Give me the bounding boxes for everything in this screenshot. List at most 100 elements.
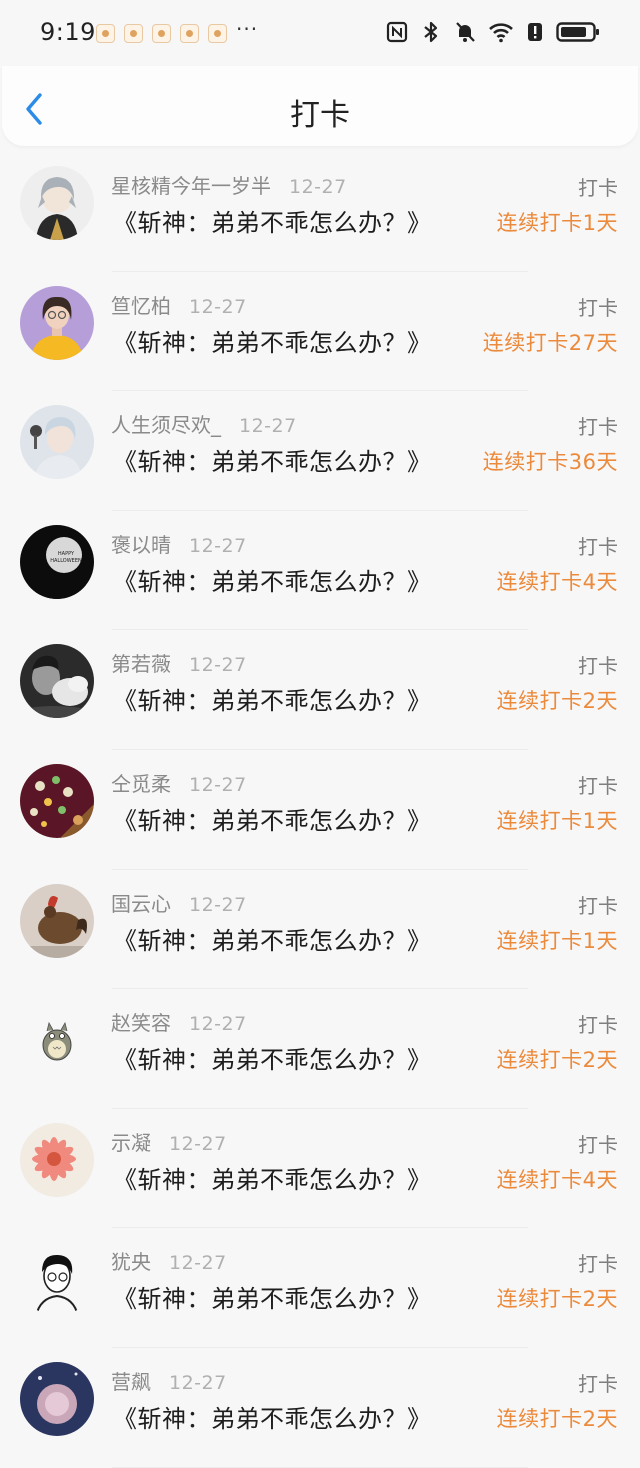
list-item[interactable]: 犹央 12-27 《斩神：弟弟不乖怎么办？》 打卡 连续打卡2天 (0, 1228, 640, 1348)
user-avatar[interactable] (20, 883, 94, 958)
entry-date: 12-27 (189, 773, 247, 796)
page-title: 打卡 (290, 98, 350, 133)
user-name[interactable]: 营飙 (111, 1366, 151, 1395)
user-name[interactable]: 第若薇 (111, 648, 171, 677)
user-avatar[interactable] (20, 285, 94, 360)
user-avatar[interactable] (20, 1122, 94, 1197)
user-avatar[interactable]: HAPPY HALLOWEEN (20, 524, 94, 599)
user-name[interactable]: 国云心 (111, 888, 171, 917)
checkin-tag: 打卡 (578, 1371, 618, 1396)
entry-meta: 犹央 12-27 (111, 1246, 227, 1275)
book-title[interactable]: 《斩神：弟弟不乖怎么办？》 (113, 1160, 432, 1195)
entry-date: 12-27 (289, 176, 347, 198)
book-title[interactable]: 《斩神：弟弟不乖怎么办？》 (113, 921, 432, 956)
user-avatar[interactable] (20, 1361, 94, 1436)
list-item[interactable]: 赵笑容 12-27 《斩神：弟弟不乖怎么办？》 打卡 连续打卡2天 (0, 989, 640, 1109)
entry-date: 12-27 (189, 1013, 247, 1036)
entry-date: 12-27 (239, 415, 297, 438)
entry-date: 12-27 (189, 893, 247, 916)
list-item[interactable]: 示凝 12-27 《斩神：弟弟不乖怎么办？》 打卡 连续打卡4天 (0, 1109, 640, 1229)
more-notifications-icon: ··· (236, 17, 259, 41)
streak-text: 连续打卡4天 (496, 569, 618, 594)
status-time: 9:19 (40, 18, 96, 46)
checkin-tag: 打卡 (578, 415, 618, 440)
user-name[interactable]: 示凝 (111, 1127, 151, 1156)
list-item[interactable]: 营飙 12-27 《斩神：弟弟不乖怎么办？》 打卡 连续打卡2天 (0, 1348, 640, 1468)
streak-text: 连续打卡2天 (496, 1287, 618, 1312)
entry-meta: 示凝 12-27 (111, 1127, 227, 1156)
list-item[interactable]: 星核精今年一岁半 12-27 《斩神：弟弟不乖怎么办？》 打卡 连续打卡1天 (0, 152, 640, 272)
list-item[interactable]: HAPPY HALLOWEEN 褒以晴 12-27 《斩神：弟弟不乖怎么办？》 … (0, 511, 640, 631)
checkin-tag: 打卡 (578, 534, 618, 559)
checkin-tag: 打卡 (578, 1132, 618, 1157)
streak-text: 连续打卡2天 (496, 1406, 618, 1431)
entry-meta: 赵笑容 12-27 (111, 1007, 247, 1036)
app-notification-icon (180, 24, 199, 43)
streak-text: 连续打卡36天 (482, 450, 618, 475)
book-title[interactable]: 《斩神：弟弟不乖怎么办？》 (113, 323, 432, 358)
entry-meta: 营飙 12-27 (111, 1366, 227, 1395)
book-title[interactable]: 《斩神：弟弟不乖怎么办？》 (113, 681, 432, 716)
entry-date: 12-27 (169, 1371, 227, 1394)
book-title[interactable]: 《斩神：弟弟不乖怎么办？》 (113, 1279, 432, 1314)
entry-meta: 国云心 12-27 (111, 888, 247, 917)
user-avatar[interactable] (20, 763, 94, 838)
user-name[interactable]: 人生须尽欢_ (111, 409, 221, 438)
status-right-icons (386, 20, 600, 44)
user-avatar[interactable] (20, 1003, 94, 1078)
book-title[interactable]: 《斩神：弟弟不乖怎么办？》 (113, 562, 432, 597)
user-avatar[interactable] (20, 166, 94, 240)
checkin-tag: 打卡 (578, 176, 618, 200)
list-item[interactable]: 第若薇 12-27 《斩神：弟弟不乖怎么办？》 打卡 连续打卡2天 (0, 630, 640, 750)
battery-icon (556, 22, 599, 42)
app-notification-icon (208, 24, 227, 43)
user-avatar[interactable] (20, 405, 94, 480)
entry-meta: 笪忆柏 12-27 (111, 290, 247, 319)
list-item[interactable]: 仝觅柔 12-27 《斩神：弟弟不乖怎么办？》 打卡 连续打卡1天 (0, 750, 640, 870)
avatar-text: HALLOWEEN (50, 558, 82, 564)
book-title[interactable]: 《斩神：弟弟不乖怎么办？》 (113, 801, 432, 836)
app-notification-icon (152, 24, 171, 43)
alert-icon (528, 23, 542, 41)
user-name[interactable]: 星核精今年一岁半 (111, 170, 271, 199)
mute-icon (456, 22, 475, 42)
user-avatar[interactable] (20, 1242, 94, 1317)
entry-date: 12-27 (189, 295, 247, 318)
avatar-text: HAPPY (58, 551, 75, 557)
streak-text: 连续打卡4天 (496, 1167, 618, 1192)
streak-text: 连续打卡2天 (496, 689, 618, 714)
entry-meta: 星核精今年一岁半 12-27 (111, 170, 347, 199)
book-title[interactable]: 《斩神：弟弟不乖怎么办？》 (113, 203, 432, 238)
checkin-list: 星核精今年一岁半 12-27 《斩神：弟弟不乖怎么办？》 打卡 连续打卡1天 笪… (0, 152, 640, 1468)
checkin-tag: 打卡 (578, 1252, 618, 1277)
book-title[interactable]: 《斩神：弟弟不乖怎么办？》 (113, 1040, 432, 1075)
user-name[interactable]: 赵笑容 (111, 1007, 171, 1036)
entry-date: 12-27 (189, 654, 247, 677)
app-notification-icon (96, 24, 115, 43)
bluetooth-icon (424, 21, 438, 43)
streak-text: 连续打卡2天 (496, 1048, 618, 1073)
list-item[interactable]: 国云心 12-27 《斩神：弟弟不乖怎么办？》 打卡 连续打卡1天 (0, 870, 640, 990)
user-name[interactable]: 褒以晴 (111, 529, 171, 558)
checkin-tag: 打卡 (578, 654, 618, 679)
streak-text: 连续打卡1天 (496, 928, 618, 953)
list-item[interactable]: 人生须尽欢_ 12-27 《斩神：弟弟不乖怎么办？》 打卡 连续打卡36天 (0, 391, 640, 511)
checkin-tag: 打卡 (578, 295, 618, 320)
nfc-icon (386, 21, 408, 43)
notification-icons (96, 24, 227, 43)
book-title[interactable]: 《斩神：弟弟不乖怎么办？》 (113, 442, 432, 477)
entry-meta: 人生须尽欢_ 12-27 (111, 409, 297, 438)
user-name[interactable]: 笪忆柏 (111, 290, 171, 319)
status-bar: 9:19 ··· (0, 0, 640, 66)
entry-meta: 褒以晴 12-27 (111, 529, 247, 558)
entry-meta: 第若薇 12-27 (111, 648, 247, 677)
user-name[interactable]: 犹央 (111, 1246, 151, 1275)
list-item[interactable]: 笪忆柏 12-27 《斩神：弟弟不乖怎么办？》 打卡 连续打卡27天 (0, 272, 640, 392)
user-name[interactable]: 仝觅柔 (111, 768, 171, 797)
book-title[interactable]: 《斩神：弟弟不乖怎么办？》 (113, 1399, 432, 1434)
streak-text: 连续打卡1天 (496, 808, 618, 833)
user-avatar[interactable] (20, 644, 94, 719)
entry-date: 12-27 (169, 1132, 227, 1155)
streak-text: 连续打卡27天 (482, 330, 618, 355)
entry-date: 12-27 (189, 534, 247, 557)
